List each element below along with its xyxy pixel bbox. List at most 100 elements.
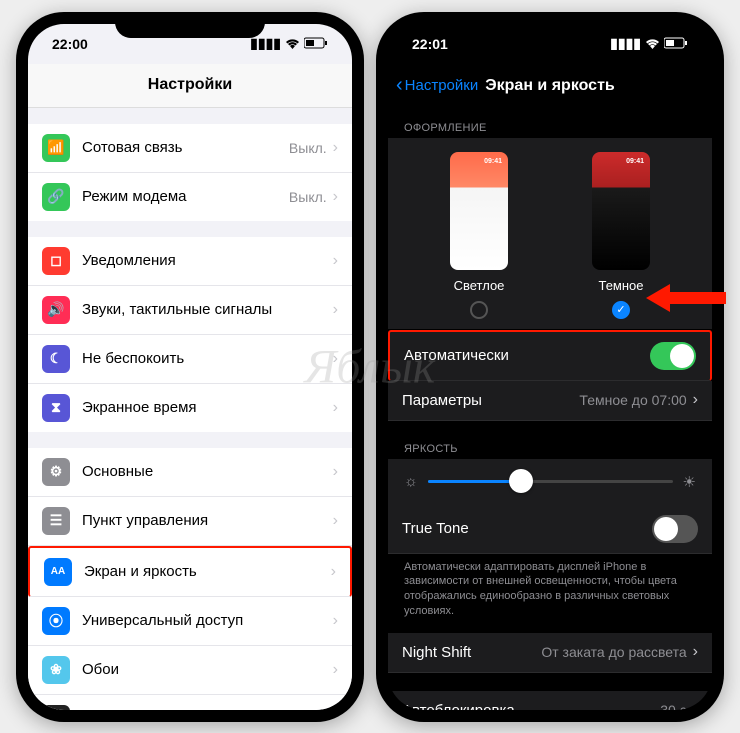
row-label: Звуки, тактильные сигналы bbox=[82, 301, 333, 318]
appearance-light-option[interactable]: 09:41 Светлое bbox=[450, 152, 508, 319]
row-label: Экран и яркость bbox=[84, 563, 331, 580]
status-indicators: ▮▮▮▮ bbox=[610, 35, 688, 52]
nightshift-value: От заката до рассвета bbox=[541, 644, 686, 660]
settings-row-обои[interactable]: ❀Обои› bbox=[28, 646, 352, 695]
chevron-right-icon: › bbox=[333, 612, 338, 630]
truetone-description: Автоматически адаптировать дисплей iPhon… bbox=[388, 554, 712, 629]
settings-list[interactable]: 📶Сотовая связьВыкл.›🔗Режим модемаВыкл.›◻… bbox=[28, 108, 352, 710]
light-radio[interactable] bbox=[470, 301, 488, 319]
light-preview: 09:41 bbox=[450, 152, 508, 270]
automatic-label: Автоматически bbox=[404, 347, 650, 364]
battery-icon bbox=[664, 36, 688, 52]
flower-icon: ❀ bbox=[42, 656, 70, 684]
bell-icon: ◻ bbox=[42, 247, 70, 275]
autolock-value: 30 с bbox=[660, 702, 686, 709]
options-value: Темное до 07:00 bbox=[579, 392, 686, 408]
hourglass-icon: ⧗ bbox=[42, 394, 70, 422]
dark-label: Темное bbox=[598, 278, 643, 293]
chevron-right-icon: › bbox=[333, 512, 338, 530]
status-indicators: ▮▮▮▮ bbox=[250, 35, 328, 52]
annotation-arrow bbox=[646, 278, 726, 318]
nav-title: Экран и яркость bbox=[485, 77, 615, 95]
settings-row-не-беспокоить[interactable]: ☾Не беспокоить› bbox=[28, 335, 352, 384]
screen-display-brightness: 22:01 ▮▮▮▮ ‹ Настройки Экран и яркость О… bbox=[388, 24, 712, 710]
person-icon: ⦿ bbox=[42, 607, 70, 635]
chevron-right-icon: › bbox=[333, 252, 338, 270]
moon-icon: ☾ bbox=[42, 345, 70, 373]
appearance-dark-option[interactable]: 09:41 Темное ✓ bbox=[592, 152, 650, 319]
chevron-right-icon: › bbox=[333, 188, 338, 206]
automatic-row[interactable]: Автоматически bbox=[388, 330, 712, 381]
truetone-toggle[interactable] bbox=[652, 515, 698, 543]
gear-icon: ⚙ bbox=[42, 458, 70, 486]
chevron-right-icon: › bbox=[333, 350, 338, 368]
back-label: Настройки bbox=[405, 77, 479, 94]
display-content[interactable]: ОФОРМЛЕНИЕ 09:41 Светлое 09:41 Темное ✓ … bbox=[388, 108, 712, 710]
chevron-right-icon: › bbox=[333, 301, 338, 319]
settings-row-экран-и-яркость[interactable]: AA Экран и яркость› bbox=[28, 546, 352, 597]
settings-row-основные[interactable]: ⚙ Основные› bbox=[28, 448, 352, 497]
status-time: 22:00 bbox=[52, 36, 88, 52]
nav-title: Настройки bbox=[148, 76, 232, 94]
settings-row-сотовая-связь[interactable]: 📶 Сотовая связьВыкл. › bbox=[28, 124, 352, 173]
settings-row-уведомления[interactable]: ◻ Уведомления› bbox=[28, 237, 352, 286]
nav-bar: ‹ Настройки Экран и яркость bbox=[388, 64, 712, 108]
link-icon: 🔗 bbox=[42, 183, 70, 211]
settings-row-звуки-тактильные-сигналы[interactable]: 🔊Звуки, тактильные сигналы› bbox=[28, 286, 352, 335]
chevron-left-icon: ‹ bbox=[396, 74, 403, 97]
signal-icon: ▮▮▮▮ bbox=[250, 35, 281, 52]
back-button[interactable]: ‹ Настройки bbox=[396, 74, 478, 97]
chevron-right-icon: › bbox=[693, 391, 698, 409]
appearance-header: ОФОРМЛЕНИЕ bbox=[388, 118, 712, 138]
brightness-slider[interactable] bbox=[428, 480, 673, 483]
phone-right: 22:01 ▮▮▮▮ ‹ Настройки Экран и яркость О… bbox=[376, 12, 724, 722]
battery-icon bbox=[304, 36, 328, 52]
nightshift-label: Night Shift bbox=[402, 644, 541, 661]
brightness-slider-row: ☼ ☀ bbox=[388, 459, 712, 505]
slider-knob[interactable] bbox=[509, 469, 533, 493]
siri-icon: ◉ bbox=[42, 705, 70, 710]
settings-row-siri-и-поиск[interactable]: ◉Siri и Поиск› bbox=[28, 695, 352, 710]
screen-settings: 22:00 ▮▮▮▮ Настройки 📶Сотовая связьВыкл.… bbox=[28, 24, 352, 710]
row-value: Выкл. bbox=[289, 140, 327, 156]
settings-row-экранное-время[interactable]: ⧗Экранное время› bbox=[28, 384, 352, 432]
row-label: Уведомления bbox=[82, 252, 333, 269]
nightshift-row[interactable]: Night Shift От заката до рассвета › bbox=[388, 633, 712, 673]
sun-high-icon: ☀ bbox=[683, 473, 696, 491]
chevron-right-icon: › bbox=[333, 139, 338, 157]
wifi-icon bbox=[645, 36, 660, 52]
brightness-header: ЯРКОСТЬ bbox=[388, 439, 712, 459]
notch bbox=[115, 12, 265, 38]
dark-radio[interactable]: ✓ bbox=[612, 301, 630, 319]
truetone-row[interactable]: True Tone bbox=[388, 505, 712, 554]
chevron-right-icon: › bbox=[333, 463, 338, 481]
chevron-right-icon: › bbox=[331, 563, 336, 581]
autolock-row[interactable]: Автоблокировка 30 с › bbox=[388, 691, 712, 710]
row-label: Универсальный доступ bbox=[82, 612, 333, 629]
chevron-right-icon: › bbox=[333, 399, 338, 417]
row-label: Основные bbox=[82, 463, 333, 480]
row-value: Выкл. bbox=[289, 189, 327, 205]
chevron-right-icon: › bbox=[693, 643, 698, 661]
signal-icon: ▮▮▮▮ bbox=[610, 35, 641, 52]
options-label: Параметры bbox=[402, 392, 579, 409]
truetone-label: True Tone bbox=[402, 520, 652, 537]
automatic-toggle[interactable] bbox=[650, 342, 696, 370]
row-label: Сотовая связь bbox=[82, 139, 289, 156]
settings-row-пункт-управления[interactable]: ☰Пункт управления› bbox=[28, 497, 352, 546]
chevron-right-icon: › bbox=[693, 701, 698, 709]
nav-bar: Настройки bbox=[28, 64, 352, 108]
switches-icon: ☰ bbox=[42, 507, 70, 535]
slider-fill bbox=[428, 480, 521, 483]
AA-icon: AA bbox=[44, 558, 72, 586]
phone-left: 22:00 ▮▮▮▮ Настройки 📶Сотовая связьВыкл.… bbox=[16, 12, 364, 722]
settings-row-режим-модема[interactable]: 🔗 Режим модемаВыкл. › bbox=[28, 173, 352, 221]
settings-row-универсальный-доступ[interactable]: ⦿ Универсальный доступ› bbox=[28, 597, 352, 646]
row-label: Режим модема bbox=[82, 188, 289, 205]
light-label: Светлое bbox=[454, 278, 505, 293]
options-row[interactable]: Параметры Темное до 07:00 › bbox=[388, 381, 712, 421]
chevron-right-icon: › bbox=[333, 661, 338, 679]
antenna-icon: 📶 bbox=[42, 134, 70, 162]
autolock-label: Автоблокировка bbox=[402, 702, 660, 710]
status-time: 22:01 bbox=[412, 36, 448, 52]
